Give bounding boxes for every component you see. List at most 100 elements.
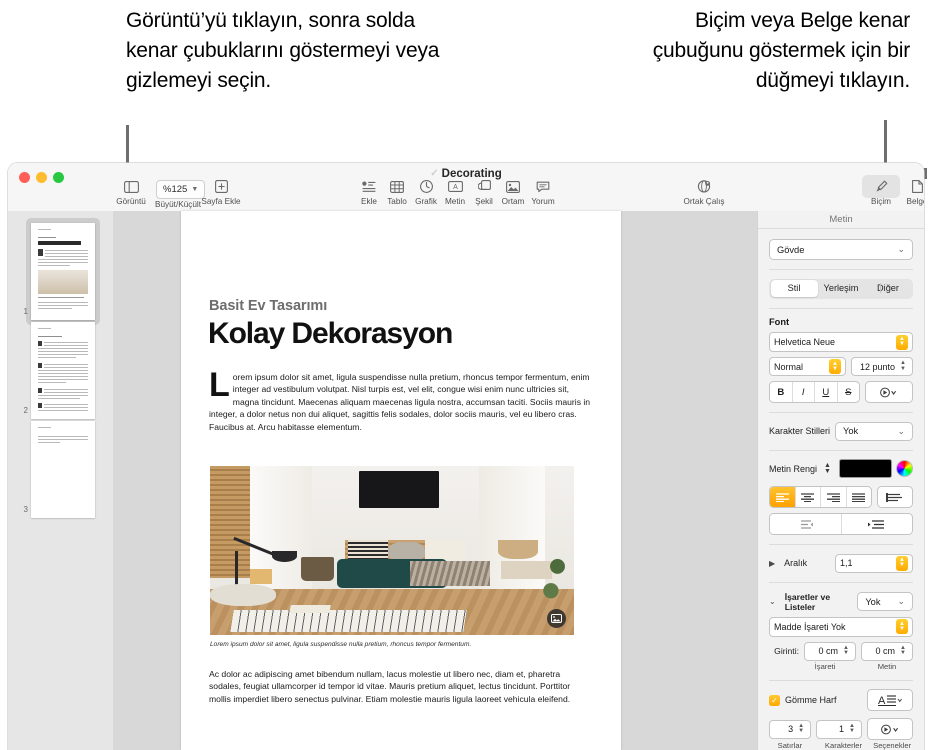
text-indent-field[interactable]: 0 cm ▲ ▼ <box>861 641 913 661</box>
text-indent-value: 0 cm <box>875 646 895 657</box>
tab-yerlesim[interactable]: Yerleşim <box>818 280 865 297</box>
document-body-paragraph-2[interactable]: Ac dolor ac adipiscing amet bibendum nul… <box>209 668 593 705</box>
spacing-stepper[interactable]: ▲ ▼ <box>896 555 908 571</box>
bold-button[interactable]: B <box>770 382 793 403</box>
drop-cap-lines-caption: Satırlar <box>777 741 803 750</box>
underline-button[interactable]: U <box>815 382 838 403</box>
drop-cap-chars-stepper[interactable]: ▲ ▼ <box>847 723 857 735</box>
indent-label: Girinti: <box>774 646 799 657</box>
photo-open-book <box>289 604 332 614</box>
font-weight-stepper[interactable]: ▲ ▼ <box>829 359 841 375</box>
font-weight-value: Normal <box>774 361 804 372</box>
color-wheel-icon[interactable] <box>896 460 913 478</box>
thumbnail-sidebar[interactable]: 1 2 3 <box>8 211 114 750</box>
bullet-indent-field[interactable]: 0 cm ▲ ▼ <box>804 641 856 661</box>
bullet-style-value: Madde İşareti Yok <box>774 621 846 632</box>
toolbar-comment-button[interactable]: Yorum <box>519 177 567 206</box>
thumbnail-page-content <box>31 322 95 419</box>
app-window: ✓Decorating Görüntü %125 ▼ Büyüt/Küçült <box>8 163 924 750</box>
drop-cap-options-button[interactable] <box>867 718 913 741</box>
font-options-button[interactable] <box>865 381 913 404</box>
spacing-label: Aralık <box>784 558 808 569</box>
text-color-stepper-icon[interactable]: ▲ ▼ <box>824 462 831 475</box>
align-center-button[interactable] <box>796 487 821 508</box>
toolbar-add-page-button[interactable]: Sayfa Ekle <box>197 177 245 206</box>
bullet-style-select[interactable]: Madde İşareti Yok ▲ ▼ <box>769 616 913 637</box>
toolbar-add-page-label: Sayfa Ekle <box>201 197 241 206</box>
callout-right-text: Biçim veya Belge kenar çubuğunu gösterme… <box>652 9 910 92</box>
image-placeholder-icon[interactable] <box>547 609 566 628</box>
toolbar-comment-label: Yorum <box>531 197 555 206</box>
paragraph-style-value: Gövde <box>777 244 805 255</box>
text-indent-caption: Metin <box>877 661 897 671</box>
document-icon <box>893 177 924 196</box>
zoom-value: %125 <box>163 184 188 195</box>
toolbar-collaborate-label: Ortak Çalış <box>683 197 725 206</box>
divider <box>769 412 913 413</box>
paragraph-style-select[interactable]: Gövde ⌄ <box>769 239 913 260</box>
sidebar-icon <box>107 177 155 196</box>
font-family-value: Helvetica Neue <box>774 337 836 348</box>
tab-diger[interactable]: Diğer <box>865 280 912 297</box>
drop-cap-lines-stepper[interactable]: ▲ ▼ <box>796 723 806 735</box>
character-styles-select[interactable]: Yok ⌄ <box>835 421 913 441</box>
bullet-indent-stepper[interactable]: ▲ ▼ <box>841 645 851 657</box>
document-body-paragraph-1[interactable]: Lorem ipsum dolor sit amet, ligula suspe… <box>209 368 593 433</box>
photo-rug <box>230 609 467 632</box>
text-color-swatch[interactable] <box>839 459 892 479</box>
divider <box>769 679 913 681</box>
toolbar-collaborate-button[interactable]: Ortak Çalış <box>676 177 732 206</box>
font-family-select[interactable]: Helvetica Neue ▲ ▼ <box>769 332 913 353</box>
align-vertical-icon[interactable] <box>877 486 913 509</box>
tab-stil[interactable]: Stil <box>770 280 818 298</box>
indent-group[interactable] <box>769 513 913 536</box>
document-eyebrow: Basit Ev Tasarımı <box>209 298 328 314</box>
spacing-disclosure-icon[interactable]: ▶ <box>769 559 775 568</box>
drop-cap-lines-field[interactable]: 3 ▲ ▼ <box>769 719 812 739</box>
drop-cap-chars-caption: Karakterler <box>824 741 863 750</box>
bullet-indent-caption: İşareti <box>814 661 836 671</box>
align-left-button[interactable] <box>770 487 796 508</box>
font-style-buttons[interactable]: B I U S <box>769 381 860 404</box>
toolbar-document-button[interactable]: Belge <box>893 177 924 206</box>
text-indent-stepper[interactable]: ▲ ▼ <box>898 645 908 657</box>
font-weight-select[interactable]: Normal ▲ ▼ <box>769 357 846 377</box>
document-page[interactable]: Basit Ev Tasarımı Kolay Dekorasyon Lorem… <box>181 211 621 750</box>
toolbar: ✓Decorating Görüntü %125 ▼ Büyüt/Küçült <box>8 163 924 212</box>
bullets-value: Yok <box>865 596 881 607</box>
photo-stump-table <box>210 584 276 607</box>
align-right-button[interactable] <box>821 487 847 508</box>
chevron-down-icon: ⌄ <box>897 425 905 436</box>
bullet-style-stepper[interactable]: ▲ ▼ <box>896 619 908 635</box>
font-size-stepper[interactable]: ▲ ▼ <box>898 360 908 372</box>
thumbnail-page-content <box>31 421 95 518</box>
document-body-1-text: orem ipsum dolor sit amet, ligula suspen… <box>209 372 591 432</box>
thumbnail-page-content <box>31 223 95 320</box>
indent-icon[interactable] <box>842 514 913 534</box>
drop-cap-chars-field[interactable]: 1 ▲ ▼ <box>816 719 862 739</box>
drop-cap-lines-value: 3 <box>788 724 794 735</box>
document-image-caption: Lorem ipsum dolor sit amet, ligula suspe… <box>210 641 472 648</box>
format-sidebar-title: Metin <box>758 211 924 229</box>
drop-cap-style-select[interactable]: A <box>867 689 913 712</box>
drop-cap-checkbox[interactable]: ✓ <box>769 694 780 706</box>
font-family-stepper[interactable]: ▲ ▼ <box>896 334 908 350</box>
divider <box>769 449 913 451</box>
bullets-select[interactable]: Yok ⌄ <box>857 592 913 612</box>
format-tabs[interactable]: Stil Yerleşim Diğer <box>769 278 913 299</box>
strikethrough-button[interactable]: S <box>838 382 860 402</box>
collaborate-icon <box>676 177 732 196</box>
document-image[interactable] <box>210 466 574 635</box>
photo-plant <box>541 533 574 615</box>
outdent-icon[interactable] <box>770 514 842 535</box>
photo-lamp-pole <box>235 550 238 588</box>
font-size-field[interactable]: 12 punto ▲ ▼ <box>851 357 913 377</box>
svg-text:A: A <box>453 184 458 191</box>
photo-throw-blanket <box>410 560 491 586</box>
italic-button[interactable]: I <box>793 382 815 403</box>
align-justify-button[interactable] <box>847 487 872 507</box>
spacing-field[interactable]: 1,1 ▲ ▼ <box>835 553 913 573</box>
chevron-down-icon: ⌄ <box>897 244 905 254</box>
paragraph-alignment-group[interactable] <box>769 486 872 509</box>
bullets-disclosure-icon[interactable]: ⌄ <box>769 597 776 606</box>
